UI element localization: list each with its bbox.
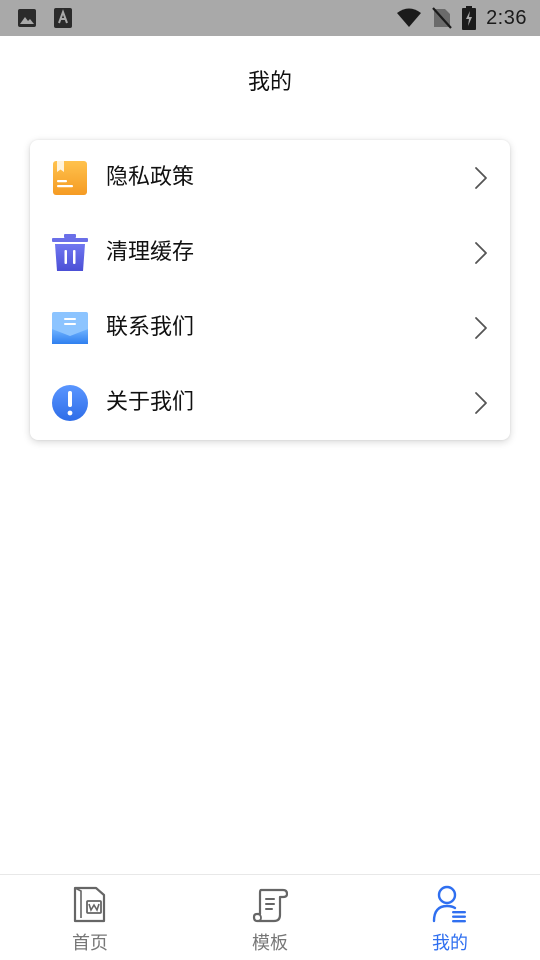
menu-item-label: 清理缓存: [106, 240, 195, 265]
menu-item-label: 关于我们: [106, 390, 195, 415]
no-sim-icon: [432, 7, 452, 29]
menu-item-about-us[interactable]: 关于我们: [30, 365, 510, 440]
scroll-template-icon: [252, 888, 288, 923]
settings-menu-card: 隐私政策 清理缓存 联系我们 关于我们: [30, 140, 510, 440]
mail-icon: [52, 312, 88, 344]
menu-item-contact-us[interactable]: 联系我们: [30, 290, 510, 365]
chevron-right-icon: [475, 242, 487, 264]
status-right-icons: 2:36: [396, 4, 527, 32]
status-time: 2:36: [486, 6, 527, 29]
privacy-book-icon: [53, 161, 87, 195]
tab-label: 我的: [432, 933, 468, 954]
document-icon: [73, 886, 106, 923]
status-bar: 2:36: [0, 0, 540, 36]
menu-item-privacy-policy[interactable]: 隐私政策: [30, 140, 510, 215]
trash-icon: [52, 234, 88, 271]
page-title: 我的: [247, 70, 292, 95]
user-profile-icon: [432, 885, 466, 923]
tab-label: 模板: [252, 933, 288, 954]
info-icon: [52, 385, 88, 421]
battery-charging-icon: [462, 6, 477, 30]
chevron-right-icon: [475, 392, 487, 414]
wifi-icon: [397, 8, 422, 27]
menu-item-label: 隐私政策: [106, 165, 195, 190]
tab-mine[interactable]: 我的: [360, 875, 540, 960]
chevron-right-icon: [475, 167, 487, 189]
chevron-right-icon: [475, 317, 487, 339]
tab-label: 首页: [72, 933, 108, 954]
menu-item-label: 联系我们: [106, 315, 195, 340]
tab-templates[interactable]: 模板: [180, 875, 360, 960]
image-icon: [18, 9, 36, 27]
menu-item-clear-cache[interactable]: 清理缓存: [30, 215, 510, 290]
font-icon: [54, 8, 72, 28]
bottom-tab-bar: 首页 模板 我的: [0, 874, 540, 960]
status-left-icons: [17, 8, 72, 28]
tab-home[interactable]: 首页: [0, 875, 180, 960]
